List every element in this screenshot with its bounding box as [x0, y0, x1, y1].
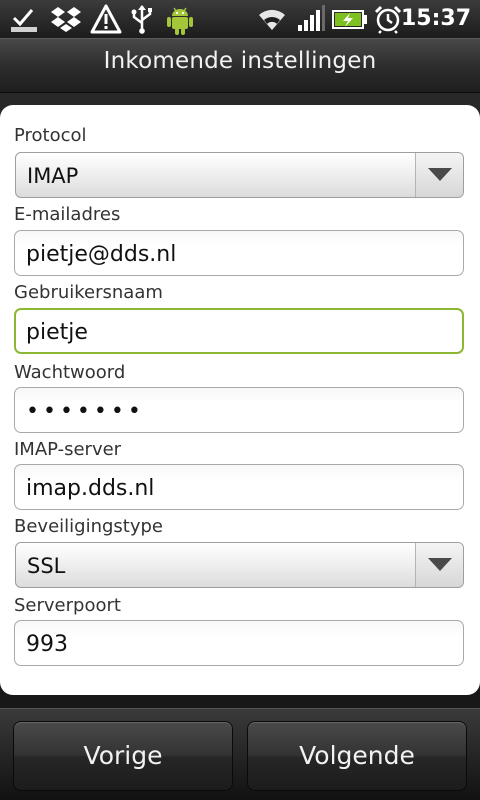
- email-field[interactable]: pietje@dds.nl: [14, 230, 464, 276]
- port-value: 993: [26, 632, 68, 657]
- status-time: 15:37: [400, 6, 471, 31]
- screen: 15:37 Inkomende instellingen Protocol IM…: [0, 0, 480, 800]
- port-label: Serverpoort: [14, 595, 121, 616]
- server-field[interactable]: imap.dds.nl: [14, 464, 464, 510]
- security-type-label: Beveiligingstype: [14, 516, 164, 537]
- usb-icon: [128, 4, 156, 34]
- previous-button[interactable]: Vorige: [13, 721, 233, 791]
- protocol-label: Protocol: [14, 125, 87, 146]
- bottom-bar: Vorige Volgende: [0, 708, 480, 800]
- protocol-select[interactable]: IMAP: [15, 152, 464, 198]
- alarm-icon: [373, 4, 403, 34]
- server-value: imap.dds.nl: [26, 476, 155, 501]
- sync-icon: [8, 4, 40, 34]
- page-title: Inkomende instellingen: [103, 48, 377, 74]
- password-label: Wachtwoord: [14, 362, 126, 383]
- android-icon: [164, 4, 196, 35]
- status-bar: 15:37: [0, 0, 480, 39]
- security-type-select[interactable]: SSL: [15, 542, 464, 588]
- username-value: pietje: [26, 320, 88, 345]
- chevron-down-icon: [428, 558, 452, 571]
- port-field[interactable]: 993: [14, 620, 464, 666]
- protocol-dropdown-button[interactable]: [415, 153, 463, 197]
- security-type-dropdown-button[interactable]: [415, 543, 463, 587]
- settings-form: Protocol IMAP E-mailadres pietje@dds.nl …: [0, 105, 480, 695]
- email-value: pietje@dds.nl: [26, 242, 177, 267]
- password-field[interactable]: •••••••: [14, 387, 464, 433]
- warning-icon: [90, 4, 122, 34]
- next-button[interactable]: Volgende: [247, 721, 467, 791]
- email-label: E-mailadres: [14, 204, 121, 225]
- username-field[interactable]: pietje: [14, 308, 464, 354]
- server-label: IMAP-server: [14, 439, 122, 460]
- wifi-icon: [255, 4, 289, 34]
- security-type-value: SSL: [27, 554, 66, 578]
- password-value: •••••••: [26, 399, 145, 424]
- dropbox-icon: [50, 4, 82, 34]
- chevron-down-icon: [428, 168, 452, 181]
- username-label: Gebruikersnaam: [14, 282, 163, 303]
- battery-icon: [332, 4, 368, 34]
- signal-icon: [296, 4, 326, 34]
- title-bar: Inkomende instellingen: [0, 38, 480, 93]
- protocol-value: IMAP: [27, 164, 79, 188]
